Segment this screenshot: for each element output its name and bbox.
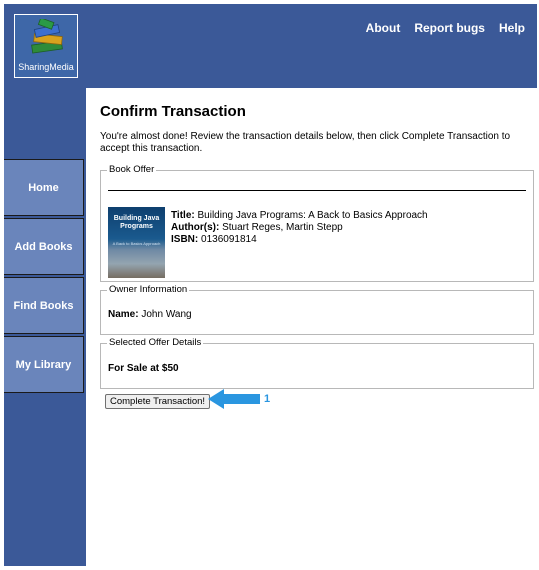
sidebar-item-find-books[interactable]: Find Books	[4, 277, 84, 334]
book-authors-row: Author(s): Stuart Reges, Martin Stepp	[171, 222, 428, 234]
offer-legend: Selected Offer Details	[107, 337, 204, 348]
divider	[108, 190, 526, 191]
owner-name-label: Name:	[108, 309, 139, 320]
title-value: Building Java Programs: A Back to Basics…	[197, 210, 428, 221]
help-link[interactable]: Help	[499, 21, 525, 35]
page-title: Confirm Transaction	[100, 103, 246, 120]
arrow-left-icon	[208, 389, 260, 409]
book-cover-image: Building Java Programs A Back to Basics …	[108, 207, 165, 278]
about-link[interactable]: About	[366, 21, 401, 35]
cover-subtitle: A Back to Basics Approach	[112, 241, 161, 246]
cover-title: Building Java Programs	[113, 215, 160, 230]
book-details: Title: Building Java Programs: A Back to…	[171, 210, 428, 246]
owner-legend: Owner Information	[107, 284, 190, 295]
offer-price-text: For Sale at $50	[108, 363, 179, 374]
isbn-value: 0136091814	[201, 234, 257, 245]
book-offer-legend: Book Offer	[107, 164, 157, 175]
logo-text: SharingMedia	[18, 62, 74, 72]
main-content: Confirm Transaction You're almost done! …	[86, 88, 537, 566]
top-header: SharingMedia About Report bugs Help	[4, 4, 537, 88]
authors-label: Author(s):	[171, 222, 220, 233]
book-title-row: Title: Building Java Programs: A Back to…	[171, 210, 428, 222]
book-offer-fieldset: Book Offer Building Java Programs A Back…	[100, 164, 534, 282]
title-label: Title:	[171, 210, 195, 221]
sidebar-item-my-library[interactable]: My Library	[4, 336, 84, 393]
intro-text: You're almost done! Review the transacti…	[100, 131, 511, 154]
authors-value: Stuart Reges, Martin Stepp	[222, 222, 343, 233]
sidebar: Home Add Books Find Books My Library	[4, 88, 86, 566]
isbn-label: ISBN:	[171, 234, 199, 245]
book-isbn-row: ISBN: 0136091814	[171, 234, 428, 246]
selected-offer-fieldset: Selected Offer Details For Sale at $50	[100, 337, 534, 389]
sidebar-item-add-books[interactable]: Add Books	[4, 218, 84, 275]
owner-name-row: Name: John Wang	[108, 309, 192, 320]
site-logo[interactable]: SharingMedia	[14, 14, 78, 78]
complete-transaction-button[interactable]: Complete Transaction!	[105, 394, 211, 409]
report-bugs-link[interactable]: Report bugs	[414, 21, 485, 35]
app-frame: SharingMedia About Report bugs Help Home…	[4, 4, 537, 566]
annotation-number: 1	[264, 393, 271, 405]
sidebar-item-home[interactable]: Home	[4, 159, 84, 216]
owner-name-value: John Wang	[141, 309, 192, 320]
owner-information-fieldset: Owner Information Name: John Wang	[100, 284, 534, 335]
top-nav: About Report bugs Help	[366, 21, 525, 35]
books-logo-icon	[31, 19, 63, 54]
